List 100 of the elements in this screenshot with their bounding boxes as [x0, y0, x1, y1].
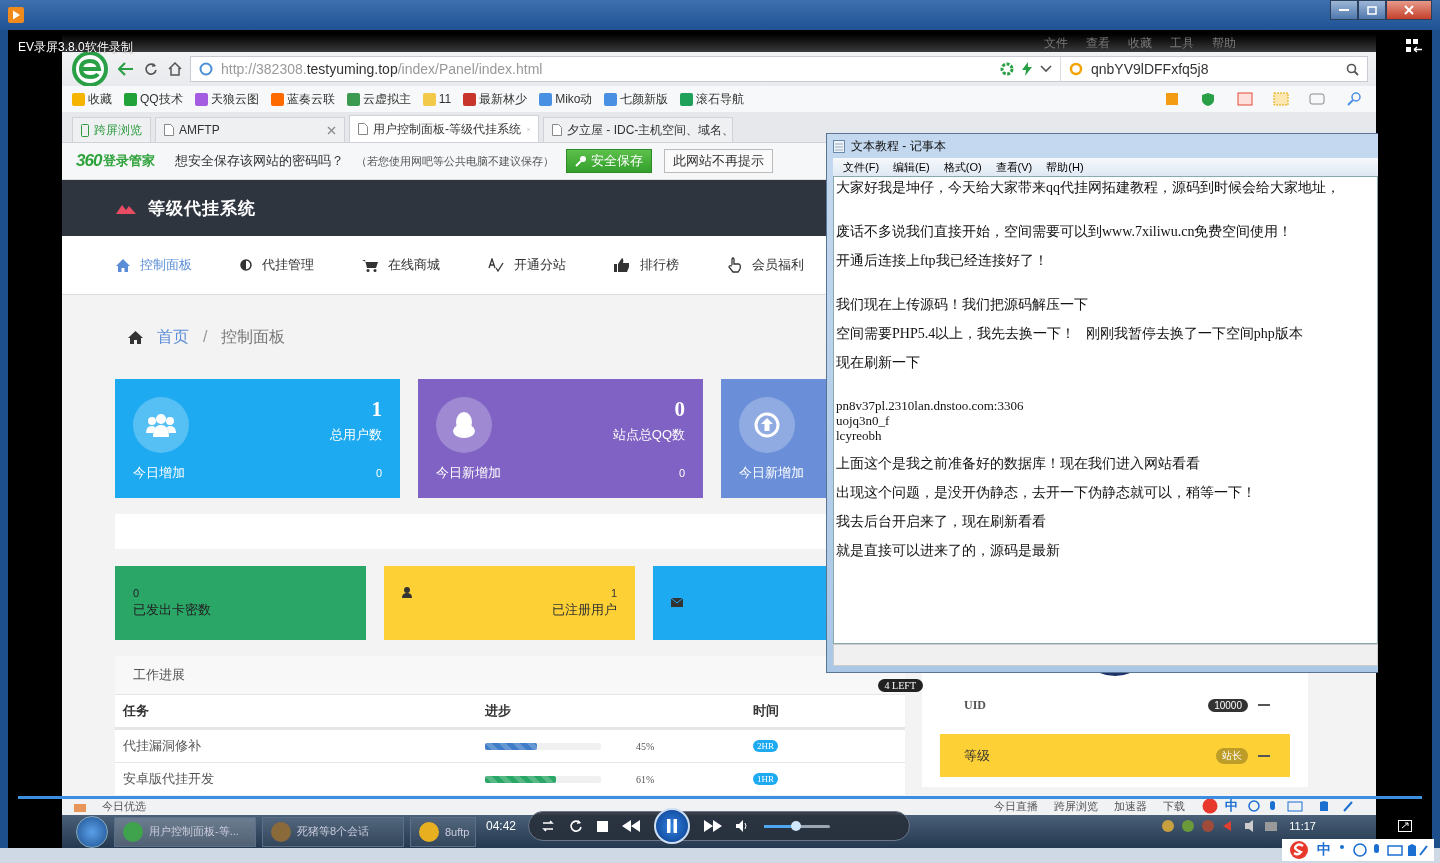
never-button[interactable]: 此网站不再提示	[664, 149, 774, 173]
stat-footer: 今日新增加	[436, 464, 501, 482]
repeat-icon[interactable]	[541, 819, 555, 833]
ime-tools-icon[interactable]	[1338, 843, 1428, 857]
start-button[interactable]	[76, 815, 108, 848]
column-header: 进步	[485, 702, 512, 720]
nav-link[interactable]: 控制面板	[116, 256, 192, 274]
fullscreen-icon[interactable]	[1398, 820, 1412, 832]
menu-item[interactable]: 收藏	[1128, 34, 1152, 52]
nav-link[interactable]: 会员福利	[727, 256, 804, 274]
menu-item[interactable]: 文件(F)	[843, 159, 880, 175]
ime-logo-icon[interactable]	[1201, 798, 1219, 814]
minimize-button[interactable]	[1330, 0, 1358, 20]
bookmark-link[interactable]: 七颜新版	[604, 90, 669, 108]
stat-footer: 今日新增加	[739, 464, 804, 482]
dropdown-icon[interactable]	[1040, 65, 1052, 73]
slider-thumb[interactable]	[790, 820, 801, 831]
menu-item[interactable]: 帮助	[1212, 34, 1236, 52]
text-line: 废话不多说我们直接开始，空间需要可以到www.7xiliwu.cn免费空间使用！	[836, 224, 1293, 239]
phone-icon	[81, 123, 89, 137]
speed-icon[interactable]	[1000, 62, 1014, 76]
panel-title: 工作进展	[133, 666, 185, 684]
menu-item[interactable]: 文件	[1044, 34, 1068, 52]
taskbar-button[interactable]: 8uftp	[410, 816, 477, 847]
task-name: 安卓版代挂开发	[123, 770, 215, 788]
search-field[interactable]: qnbYV9lDFFxfq5j8	[1060, 57, 1359, 81]
browser-tab[interactable]: 夕立屋 - IDC-主机空间、域名、	[543, 117, 733, 142]
status-link[interactable]: 跨屏浏览	[1054, 798, 1098, 814]
text-line: 开通后连接上ftp我已经连接好了！	[836, 253, 1048, 268]
volume-icon[interactable]	[736, 820, 750, 832]
ime-mode[interactable]: 中	[1225, 797, 1238, 815]
tile-label: 已发出卡密数	[133, 601, 212, 619]
penguin-icon	[451, 411, 477, 439]
spellcheck-icon	[488, 258, 504, 272]
taskbar-button[interactable]: 死猪等8个会话	[262, 816, 404, 847]
bookmark-link[interactable]: 蓝奏云联	[270, 90, 335, 108]
menu-item[interactable]: 查看(V)	[995, 159, 1033, 175]
profile-label: UID	[964, 697, 987, 713]
bookmark-link[interactable]: 天狼云图	[194, 90, 259, 108]
page-icon	[358, 123, 368, 135]
window-title: 文本教程 - 记事本	[851, 137, 946, 155]
bookmark-link[interactable]: 收藏	[72, 90, 112, 108]
tile-value: 1	[610, 587, 617, 599]
menu-item[interactable]: 工具	[1170, 34, 1194, 52]
play-pause-button[interactable]	[654, 808, 690, 844]
menu-item[interactable]: 编辑(E)	[893, 159, 930, 175]
home-icon[interactable]	[168, 62, 182, 76]
nav-link[interactable]: 代挂管理	[240, 256, 314, 274]
stat-value: 0	[674, 397, 685, 422]
stat-footer: 今日增加	[133, 464, 185, 482]
bookmark-link[interactable]: 滚石导航	[680, 90, 745, 108]
bookmark-link[interactable]: 云虚拟主	[346, 90, 411, 108]
close-icon[interactable]	[327, 125, 336, 135]
profile-row[interactable]: UID 10000	[940, 686, 1290, 724]
stat-footer-value: 0	[375, 467, 382, 479]
home-icon[interactable]	[128, 330, 143, 344]
brand-logo: 360	[76, 151, 102, 171]
globe-icon	[199, 62, 213, 76]
menu-item[interactable]: 帮助(H)	[1046, 159, 1084, 175]
maximize-button[interactable]	[1358, 0, 1386, 20]
status-link[interactable]: 加速器	[1114, 798, 1147, 814]
next-icon[interactable]	[704, 820, 722, 832]
back-icon[interactable]	[118, 62, 134, 76]
bookmark-link[interactable]: 11	[422, 92, 452, 106]
browser-tab[interactable]: 用户控制面板-等级代挂系统	[349, 115, 539, 142]
profile-badge: 站长	[1216, 747, 1248, 764]
previous-icon[interactable]	[622, 820, 640, 832]
count-badge: 4 LEFT	[877, 678, 923, 692]
stop-icon[interactable]	[597, 820, 608, 832]
exit-fullscreen-icon[interactable]	[1406, 39, 1422, 53]
text-line: 上面这个是我之前准备好的数据库！现在我们进入网站看看	[836, 456, 1200, 471]
nav-link[interactable]: 开通分站	[488, 256, 566, 274]
profile-row[interactable]: 等级 站长	[940, 734, 1290, 777]
menu-item[interactable]: 格式(O)	[943, 159, 982, 175]
text-area[interactable]	[833, 176, 1378, 644]
recorder-title: EV录屏3.8.0软件录制	[18, 39, 133, 56]
volume-slider[interactable]	[764, 824, 830, 828]
tile-label: 已注册用户	[551, 601, 617, 619]
menu-item[interactable]: 查看	[1086, 34, 1110, 52]
status-link[interactable]: 今日优选	[102, 798, 146, 814]
bookmark-link[interactable]: 最新林少	[463, 90, 528, 108]
browser-tab[interactable]: AMFTP	[155, 117, 345, 142]
address-bar[interactable]: http://382308.testyuming.top/index/Panel/index.html qnbYV9lDFFxfq5j8	[190, 56, 1368, 82]
status-link[interactable]: 今日直播	[994, 798, 1038, 814]
bookmark-link[interactable]: Miko动	[539, 90, 593, 108]
nav-link[interactable]: 在线商城	[362, 256, 440, 274]
search-icon[interactable]	[1346, 62, 1359, 76]
close-button[interactable]	[1386, 0, 1432, 20]
minus-icon[interactable]	[1258, 703, 1270, 707]
envelope-icon	[671, 597, 683, 607]
lightning-icon[interactable]	[1022, 62, 1032, 76]
reload-icon[interactable]	[144, 62, 158, 76]
bookmark-link[interactable]: QQ技术	[124, 90, 183, 108]
nav-link[interactable]: 排行榜	[614, 256, 679, 274]
ime-mode[interactable]: 中	[1317, 841, 1331, 859]
text-line: lcyreobh	[836, 428, 882, 443]
pause-icon[interactable]	[666, 819, 678, 833]
status-link[interactable]: 下载	[1163, 798, 1185, 814]
text-line: 出现这个问题，是没开伪静态，去开一下伪静态就可以，稍等一下！	[836, 485, 1256, 500]
ime-logo-icon[interactable]	[1288, 840, 1310, 860]
